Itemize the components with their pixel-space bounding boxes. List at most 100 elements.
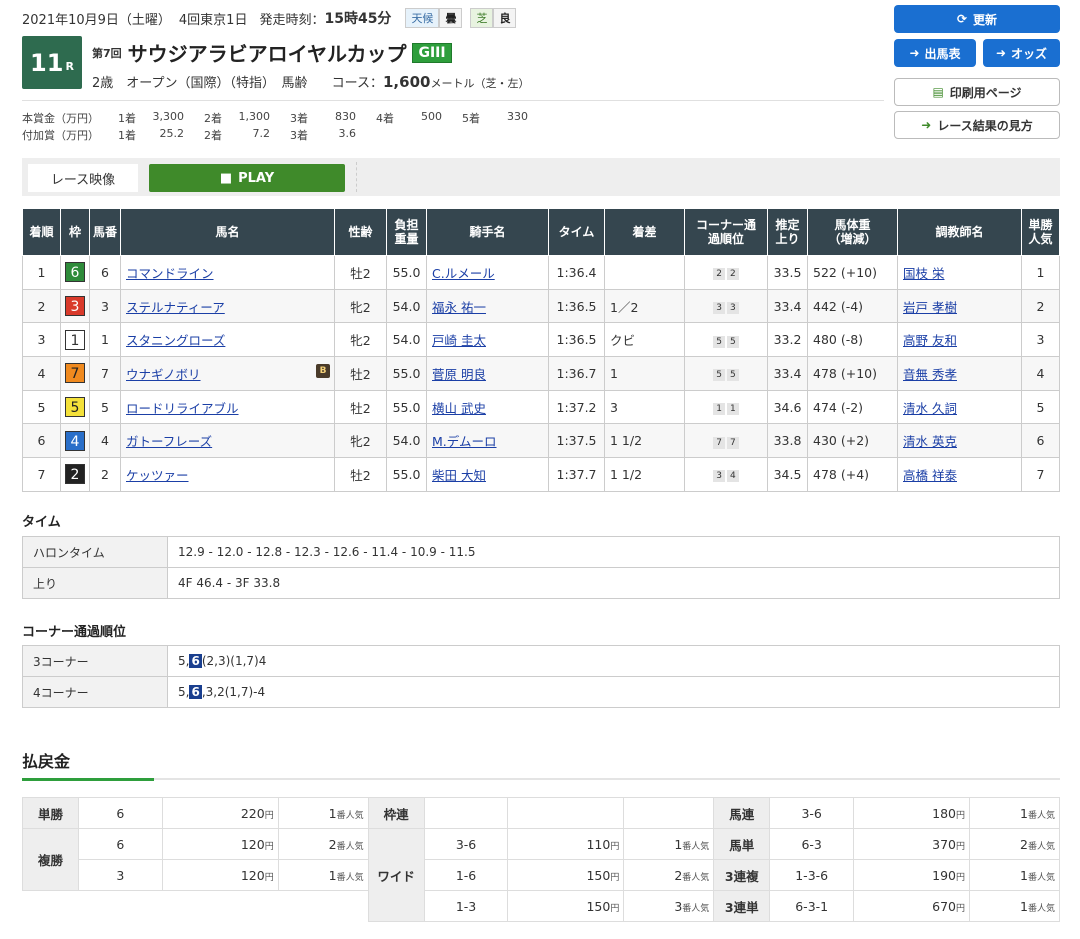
body-weight: 478 (+4) — [807, 457, 898, 492]
race-time: 1:37.7 — [548, 457, 605, 492]
video-camera-icon: ■ — [219, 170, 233, 186]
margin: 1 1/2 — [604, 457, 685, 492]
umaban: 1 — [89, 322, 121, 358]
corner-pos: 5 — [713, 335, 725, 348]
wakuren-label: 枠連 — [367, 797, 425, 829]
sex-age: 牡2 — [334, 389, 387, 425]
trainer-link[interactable]: 高橋 祥泰 — [903, 468, 957, 483]
wide-amount: 150円 — [507, 859, 625, 891]
jockey-link[interactable]: M.デムーロ — [432, 434, 497, 449]
meeting: 4回東京1日 — [178, 12, 248, 28]
time-heading: タイム — [22, 515, 61, 530]
horse-link[interactable]: スタニングローズ — [126, 333, 225, 348]
fukusho-pop: 1番人気 — [277, 859, 369, 891]
horse-link[interactable]: ステルナティーア — [126, 300, 225, 315]
col-trainer: 調教師名 — [897, 208, 1022, 256]
refresh-button[interactable]: ⟳ 更新 — [894, 5, 1060, 33]
umatan-label: 馬単 — [713, 828, 771, 860]
trainer-link[interactable]: 清水 英克 — [903, 434, 957, 449]
corner3-label: 3コーナー — [22, 645, 168, 677]
horse-link[interactable]: ウナギノボリ — [126, 367, 201, 382]
race-time: 1:36.7 — [548, 356, 605, 391]
trainer-cell: 高野 友和 — [897, 322, 1022, 358]
race-time: 1:36.4 — [548, 255, 605, 290]
horse-link[interactable]: コマンドライン — [126, 266, 214, 281]
horse-link[interactable]: ケッツァー — [126, 468, 189, 483]
heading-underline — [22, 778, 154, 781]
corner-positions: 33 — [684, 288, 768, 324]
waku-cell: 5 — [60, 389, 90, 425]
jockey-link[interactable]: 横山 武史 — [432, 401, 486, 416]
corner-pos: 3 — [713, 302, 725, 315]
tansho-num: 6 — [77, 797, 163, 829]
trainer-link[interactable]: 音無 秀孝 — [903, 367, 957, 382]
waku-cell: 2 — [60, 457, 90, 492]
corner-pos: 7 — [713, 436, 725, 449]
place: 6 — [22, 423, 61, 459]
trainer-link[interactable]: 国枝 栄 — [903, 266, 944, 281]
wide-label: ワイド — [367, 828, 425, 922]
sex-age: 牡2 — [334, 457, 387, 492]
col-bodyweight: 馬体重（増減） — [807, 208, 898, 256]
horse-cell: ウナギノボリ B — [120, 356, 335, 391]
trainer-link[interactable]: 高野 友和 — [903, 333, 957, 348]
jockey-cell: 福永 祐一 — [426, 288, 549, 324]
blinker-icon: B — [316, 363, 330, 378]
furlong-times: 12.9 - 12.0 - 12.8 - 12.3 - 12.6 - 11.4 … — [167, 536, 1060, 568]
corner-pos: 3 — [727, 302, 739, 315]
popularity: 1 — [1021, 255, 1060, 290]
going-value: 良 — [493, 8, 517, 28]
popularity: 6 — [1021, 423, 1060, 459]
odds-button[interactable]: ➜ オッズ — [983, 39, 1060, 67]
horse-link[interactable]: ロードリライアブル — [126, 401, 239, 416]
payout-row: 複勝 6 120円 2番人気 ワイド 3-6 110円 1番人気 馬単 6-3 … — [22, 828, 1060, 922]
fukusho-pop: 2番人気 — [277, 828, 369, 860]
trainer-link[interactable]: 清水 久詞 — [903, 401, 957, 416]
col-sexage: 性齢 — [334, 208, 387, 256]
last-label: 上り — [22, 567, 168, 599]
trainer-cell: 清水 久詞 — [897, 389, 1022, 425]
carried-weight: 54.0 — [386, 423, 427, 459]
howto-button[interactable]: ➜ レース結果の見方 — [894, 111, 1060, 139]
horse-cell: ステルナティーア — [120, 288, 335, 324]
entries-button[interactable]: ➜ 出馬表 — [894, 39, 976, 67]
race-edition: 第7回 — [92, 46, 122, 60]
results-table: 着順 枠 馬番 馬名 性齢 負担重量 騎手名 タイム 着差 コーナー通過順位 推… — [22, 208, 1060, 492]
winner-highlight: 6 — [189, 685, 202, 699]
empty-cell — [78, 891, 162, 922]
fukusho-num: 6 — [77, 828, 163, 860]
refresh-icon: ⟳ — [956, 12, 968, 26]
wide-num: 1-3 — [423, 890, 509, 922]
popularity: 3 — [1021, 322, 1060, 358]
jockey-link[interactable]: 戸崎 圭太 — [432, 333, 486, 348]
tansho-amount: 220円 — [161, 797, 279, 829]
body-weight: 522 (+10) — [807, 255, 898, 290]
print-icon: ▤ — [932, 85, 944, 99]
col-popularity: 単勝人気 — [1021, 208, 1060, 256]
horse-link[interactable]: ガトーフレーズ — [126, 434, 212, 449]
play-button[interactable]: ■ PLAY — [149, 164, 345, 192]
umaban: 5 — [89, 389, 121, 425]
col-jockey: 騎手名 — [426, 208, 549, 256]
jockey-cell: 横山 武史 — [426, 389, 549, 425]
margin: クビ — [604, 322, 685, 358]
race-info-bar: 2021年10月9日（土曜） 4回東京1日 発走時刻： 15時45分 天候曇 芝… — [22, 8, 517, 28]
waku-badge: 6 — [65, 262, 85, 283]
race-time: 1:36.5 — [548, 322, 605, 358]
trainer-link[interactable]: 岩戸 孝樹 — [903, 300, 957, 315]
jockey-link[interactable]: 柴田 大知 — [432, 468, 486, 483]
corner-positions: 22 — [684, 255, 768, 290]
umatan-num: 6-3 — [769, 828, 855, 860]
payout-row: 3 120円 1番人気 1-6 150円 2番人気 3連複 1-3-6 190円… — [23, 859, 1060, 891]
carried-weight: 55.0 — [386, 356, 427, 391]
col-horse: 馬名 — [120, 208, 335, 256]
jockey-link[interactable]: C.ルメール — [432, 266, 495, 281]
divider — [22, 100, 884, 101]
jockey-link[interactable]: 福永 祐一 — [432, 300, 486, 315]
jockey-link[interactable]: 菅原 明良 — [432, 367, 486, 382]
print-page-button[interactable]: ▤ 印刷用ページ — [894, 78, 1060, 106]
umaren-amount: 180円 — [853, 797, 971, 829]
place: 3 — [22, 322, 61, 358]
tansho-label: 単勝 — [22, 797, 79, 829]
arrow-circle-icon: ➜ — [909, 46, 920, 60]
